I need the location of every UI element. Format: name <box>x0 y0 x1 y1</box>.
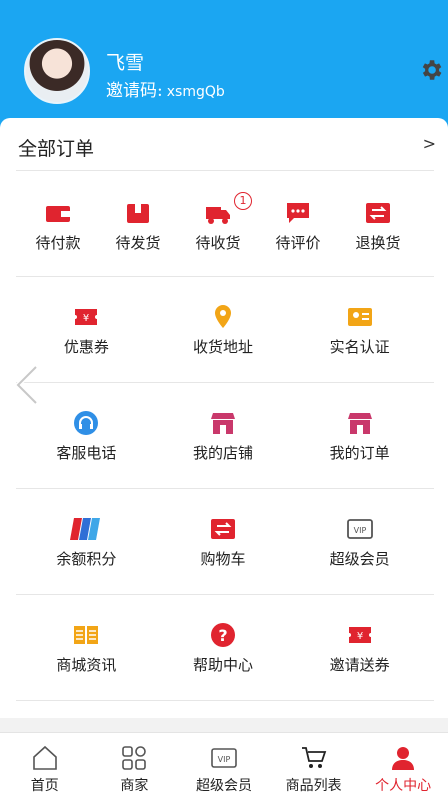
divider <box>16 170 434 171</box>
grid-label: 邀请送券 <box>329 656 390 674</box>
invite-code-row: 邀请码: xsmgQb <box>106 76 225 101</box>
super-vip-item[interactable]: VIP 超级会员 <box>291 516 428 569</box>
svg-text:?: ? <box>218 626 227 645</box>
customer-service-item[interactable]: 客服电话 <box>18 410 155 463</box>
box-icon <box>127 204 149 223</box>
grid-label: 收货地址 <box>193 338 254 356</box>
divider <box>16 594 434 595</box>
tab-label: 超级会员 <box>195 778 252 794</box>
invite-label: 邀请码: <box>106 81 163 101</box>
grid-label: 余额积分 <box>56 550 117 568</box>
grid-label: 优惠券 <box>63 338 109 356</box>
order-return-exchange[interactable]: 退换货 <box>338 200 418 253</box>
service-row: ¥ 优惠券 收货地址 实名认证 <box>18 304 428 357</box>
tab-product-list[interactable]: 商品列表 <box>269 733 359 801</box>
address-item[interactable]: 收货地址 <box>155 304 292 357</box>
grid-label: 我的订单 <box>329 444 390 462</box>
coupon-item[interactable]: ¥ 优惠券 <box>18 304 155 357</box>
svg-text:¥: ¥ <box>356 631 362 642</box>
svg-text:VIP: VIP <box>218 755 231 764</box>
avatar[interactable] <box>24 38 90 104</box>
vip-icon: VIP <box>346 519 373 539</box>
order-status-label: 退换货 <box>355 234 401 252</box>
grid-label: 客服电话 <box>56 444 117 462</box>
location-pin-icon <box>215 305 231 328</box>
tab-super-vip[interactable]: VIP 超级会员 <box>179 733 269 801</box>
grid-label: 实名认证 <box>329 338 390 356</box>
gear-icon[interactable] <box>418 57 444 83</box>
divider <box>16 700 434 701</box>
vip-icon: VIP <box>211 748 237 768</box>
my-orders-item[interactable]: 我的订单 <box>291 410 428 463</box>
order-pending-payment[interactable]: 待付款 <box>18 200 98 253</box>
book-icon <box>74 626 99 644</box>
exchange-icon <box>366 203 390 223</box>
service-row: 商城资讯 ? 帮助中心 ¥ 邀请送券 <box>18 622 428 675</box>
comment-icon <box>287 203 309 223</box>
invite-coupon-icon: ¥ <box>348 627 371 643</box>
order-pending-receipt[interactable]: 1 待收货 <box>178 192 258 253</box>
svg-text:¥: ¥ <box>83 313 89 324</box>
merchant-grid-icon <box>122 746 147 770</box>
profile-header: 飞雪 邀请码: xsmgQb <box>0 0 448 130</box>
svg-text:VIP: VIP <box>353 526 366 535</box>
order-pending-review[interactable]: 待评价 <box>258 200 338 253</box>
tab-home[interactable]: 首页 <box>0 733 90 801</box>
invite-code[interactable]: xsmgQb <box>167 84 225 100</box>
main-card: 全部订单 > 待付款 待发货 1 待收货 待评价 退换货 ¥ 优惠券 收货地址 … <box>0 118 448 718</box>
store-icon <box>211 413 235 434</box>
balance-points-item[interactable]: 余额积分 <box>18 516 155 569</box>
store-order-icon <box>347 413 372 434</box>
all-orders-title[interactable]: 全部订单 <box>18 134 94 161</box>
tab-label: 个人中心 <box>375 778 432 794</box>
service-row: 客服电话 我的店铺 我的订单 <box>18 410 428 463</box>
coupon-icon: ¥ <box>75 309 98 325</box>
truck-icon <box>206 207 230 224</box>
order-status-label: 待付款 <box>35 234 81 252</box>
grid-label: 购物车 <box>200 550 246 568</box>
balance-cards-icon <box>70 518 101 540</box>
divider <box>16 276 434 277</box>
order-status-label: 待发货 <box>115 234 161 252</box>
order-count-badge: 1 <box>234 192 252 210</box>
chevron-right-icon[interactable]: > <box>423 134 436 153</box>
tab-label: 商家 <box>120 778 149 794</box>
order-status-label: 待评价 <box>275 234 321 252</box>
help-icon: ? <box>211 623 235 647</box>
back-arrow-icon[interactable] <box>12 365 42 405</box>
tab-label: 商品列表 <box>285 778 342 794</box>
cart-exchange-icon <box>211 519 235 539</box>
wallet-icon <box>46 206 70 222</box>
my-store-item[interactable]: 我的店铺 <box>155 410 292 463</box>
grid-label: 商城资讯 <box>56 656 117 674</box>
invite-coupon-item[interactable]: ¥ 邀请送券 <box>291 622 428 675</box>
bottom-tab-bar: 首页 商家 VIP 超级会员 商品列表 个人中心 <box>0 732 448 801</box>
order-status-label: 待收货 <box>195 234 241 252</box>
help-center-item[interactable]: ? 帮助中心 <box>155 622 292 675</box>
grid-label: 我的店铺 <box>193 444 254 462</box>
mall-news-item[interactable]: 商城资讯 <box>18 622 155 675</box>
username: 飞雪 <box>106 52 145 74</box>
divider <box>16 488 434 489</box>
divider <box>16 382 434 383</box>
home-icon <box>32 745 57 770</box>
id-card-icon <box>347 308 372 326</box>
shopping-cart-item[interactable]: 购物车 <box>155 516 292 569</box>
tab-label: 首页 <box>30 778 59 794</box>
order-pending-shipment[interactable]: 待发货 <box>98 200 178 253</box>
id-verify-item[interactable]: 实名认证 <box>291 304 428 357</box>
tab-merchant[interactable]: 商家 <box>90 733 180 801</box>
grid-label: 帮助中心 <box>193 656 254 674</box>
cart-icon <box>301 747 326 768</box>
service-row: 余额积分 购物车 VIP 超级会员 <box>18 516 428 569</box>
headset-icon <box>74 411 99 435</box>
order-status-row: 待付款 待发货 1 待收货 待评价 退换货 <box>18 192 418 253</box>
grid-label: 超级会员 <box>329 550 390 568</box>
tab-personal-center[interactable]: 个人中心 <box>358 733 448 801</box>
person-icon <box>392 747 415 770</box>
